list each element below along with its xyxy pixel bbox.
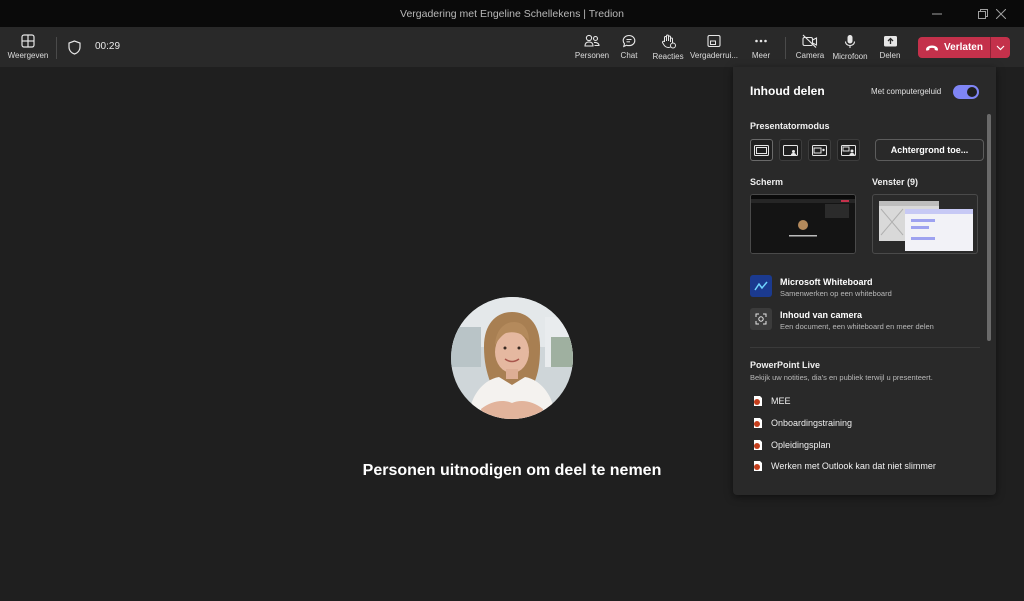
meeting-toolbar: Weergeven	[0, 27, 1024, 67]
toolbar-divider-2	[785, 37, 786, 59]
minimize-button[interactable]	[914, 0, 960, 27]
title-bar: Vergadering met Engeline Schellekens | T…	[0, 0, 1024, 27]
ppt-file-name: Onboardingstraining	[771, 418, 853, 428]
computer-audio-label: Met computergeluid	[871, 87, 942, 96]
ppt-file-item[interactable]: Onboardingstraining	[753, 416, 852, 430]
microphone-label: Microfoon	[832, 51, 868, 61]
leave-label: Verlaten	[944, 42, 983, 53]
people-label: Personen	[574, 51, 610, 60]
leave-button-group: Verlaten	[918, 37, 1010, 58]
rooms-button[interactable]: Vergaderrui...	[690, 27, 738, 67]
participant-avatar	[451, 297, 573, 419]
screen-heading: Scherm	[750, 177, 784, 187]
chat-button[interactable]: Chat	[614, 27, 644, 67]
rooms-label: Vergaderrui...	[689, 51, 739, 60]
ppt-file-item[interactable]: Opleidingsplan	[753, 438, 831, 452]
ppt-file-item[interactable]: Werken met Outlook kan dat niet slimmer	[753, 459, 936, 473]
minimize-icon	[932, 13, 942, 14]
ppt-file-name: Werken met Outlook kan dat niet slimmer	[771, 461, 936, 471]
powerpoint-file-icon	[754, 396, 762, 406]
reactions-label: Reacties	[652, 51, 684, 61]
panel-scrollbar[interactable]	[987, 114, 991, 341]
standout-icon	[783, 144, 798, 156]
presenter-mode-content-only[interactable]	[750, 139, 773, 161]
window-heading: Venster (9)	[872, 177, 919, 187]
close-button[interactable]	[978, 0, 1024, 27]
window-share-thumbnail[interactable]	[872, 194, 978, 254]
content-only-icon	[754, 144, 769, 156]
toolbar-divider	[56, 37, 57, 59]
reactions-icon	[661, 34, 676, 48]
security-button[interactable]	[64, 27, 84, 67]
participant-photo	[451, 297, 573, 419]
whiteboard-icon	[750, 275, 772, 297]
powerpoint-file-icon	[754, 440, 762, 450]
screen-preview	[751, 195, 855, 253]
share-panel-title: Inhoud delen	[750, 84, 825, 98]
ppt-file-name: Opleidingsplan	[771, 440, 831, 450]
leave-options-button[interactable]	[991, 37, 1010, 58]
grid-view-icon	[21, 34, 35, 48]
whiteboard-option[interactable]: Microsoft Whiteboard Samenwerken op een …	[750, 275, 980, 301]
shield-icon	[67, 39, 81, 55]
computer-audio-toggle[interactable]	[953, 85, 979, 99]
people-button[interactable]: Personen	[574, 27, 610, 67]
hang-up-icon	[926, 45, 939, 51]
powerpoint-file-icon	[754, 461, 762, 471]
share-content-panel: Inhoud delen Met computergeluid Presenta…	[733, 67, 996, 495]
invite-message: Personen uitnodigen om deel te nemen	[362, 462, 662, 479]
add-background-button[interactable]: Achtergrond toe...	[875, 139, 984, 161]
reactions-button[interactable]: Reacties	[651, 27, 685, 67]
microphone-button[interactable]: Microfoon	[830, 27, 870, 67]
window-preview	[879, 201, 973, 251]
more-label: Meer	[751, 51, 771, 60]
reporter-icon	[841, 144, 856, 156]
presenter-mode-reporter[interactable]	[837, 139, 860, 161]
more-button[interactable]: Meer	[746, 27, 776, 67]
camera-off-icon	[802, 34, 818, 48]
camera-label: Camera	[795, 51, 825, 60]
powerpoint-file-icon	[754, 418, 762, 428]
chat-label: Chat	[620, 51, 638, 60]
powerpoint-live-subtitle: Bekijk uw notities, dia's en publiek ter…	[750, 373, 933, 382]
section-divider	[750, 347, 980, 348]
camera-button[interactable]: Camera	[794, 27, 826, 67]
presenter-mode-side-by-side[interactable]	[808, 139, 831, 161]
whiteboard-subtitle: Samenwerken op een whiteboard	[780, 289, 892, 298]
camera-content-option[interactable]: Inhoud van camera Een document, een whit…	[750, 308, 980, 334]
more-icon	[755, 39, 767, 43]
share-button[interactable]: Delen	[874, 27, 906, 67]
close-icon	[996, 8, 1006, 19]
camera-content-icon	[750, 308, 772, 330]
window-title: Vergadering met Engeline Schellekens | T…	[400, 8, 624, 20]
powerpoint-live-heading: PowerPoint Live	[750, 360, 821, 370]
presenter-mode-heading: Presentatormodus	[750, 121, 830, 131]
share-tray-icon	[883, 36, 897, 47]
share-label: Delen	[879, 51, 901, 60]
view-button[interactable]: Weergeven	[6, 27, 50, 67]
chat-icon	[622, 34, 636, 48]
view-label: Weergeven	[7, 51, 49, 60]
breakout-rooms-icon	[707, 34, 721, 48]
leave-button[interactable]: Verlaten	[918, 37, 990, 58]
meeting-timer: 00:29	[95, 41, 121, 52]
whiteboard-title: Microsoft Whiteboard	[780, 277, 873, 287]
people-icon	[584, 34, 600, 47]
camera-content-subtitle: Een document, een whiteboard en meer del…	[780, 322, 934, 331]
ppt-file-item[interactable]: MEE	[753, 394, 791, 408]
camera-content-title: Inhoud van camera	[780, 310, 863, 320]
side-by-side-icon	[812, 144, 827, 156]
screen-share-thumbnail[interactable]	[750, 194, 856, 254]
ppt-file-name: MEE	[771, 396, 791, 406]
presenter-mode-standout[interactable]	[779, 139, 802, 161]
microphone-icon	[844, 34, 856, 48]
chevron-down-icon	[996, 45, 1005, 50]
